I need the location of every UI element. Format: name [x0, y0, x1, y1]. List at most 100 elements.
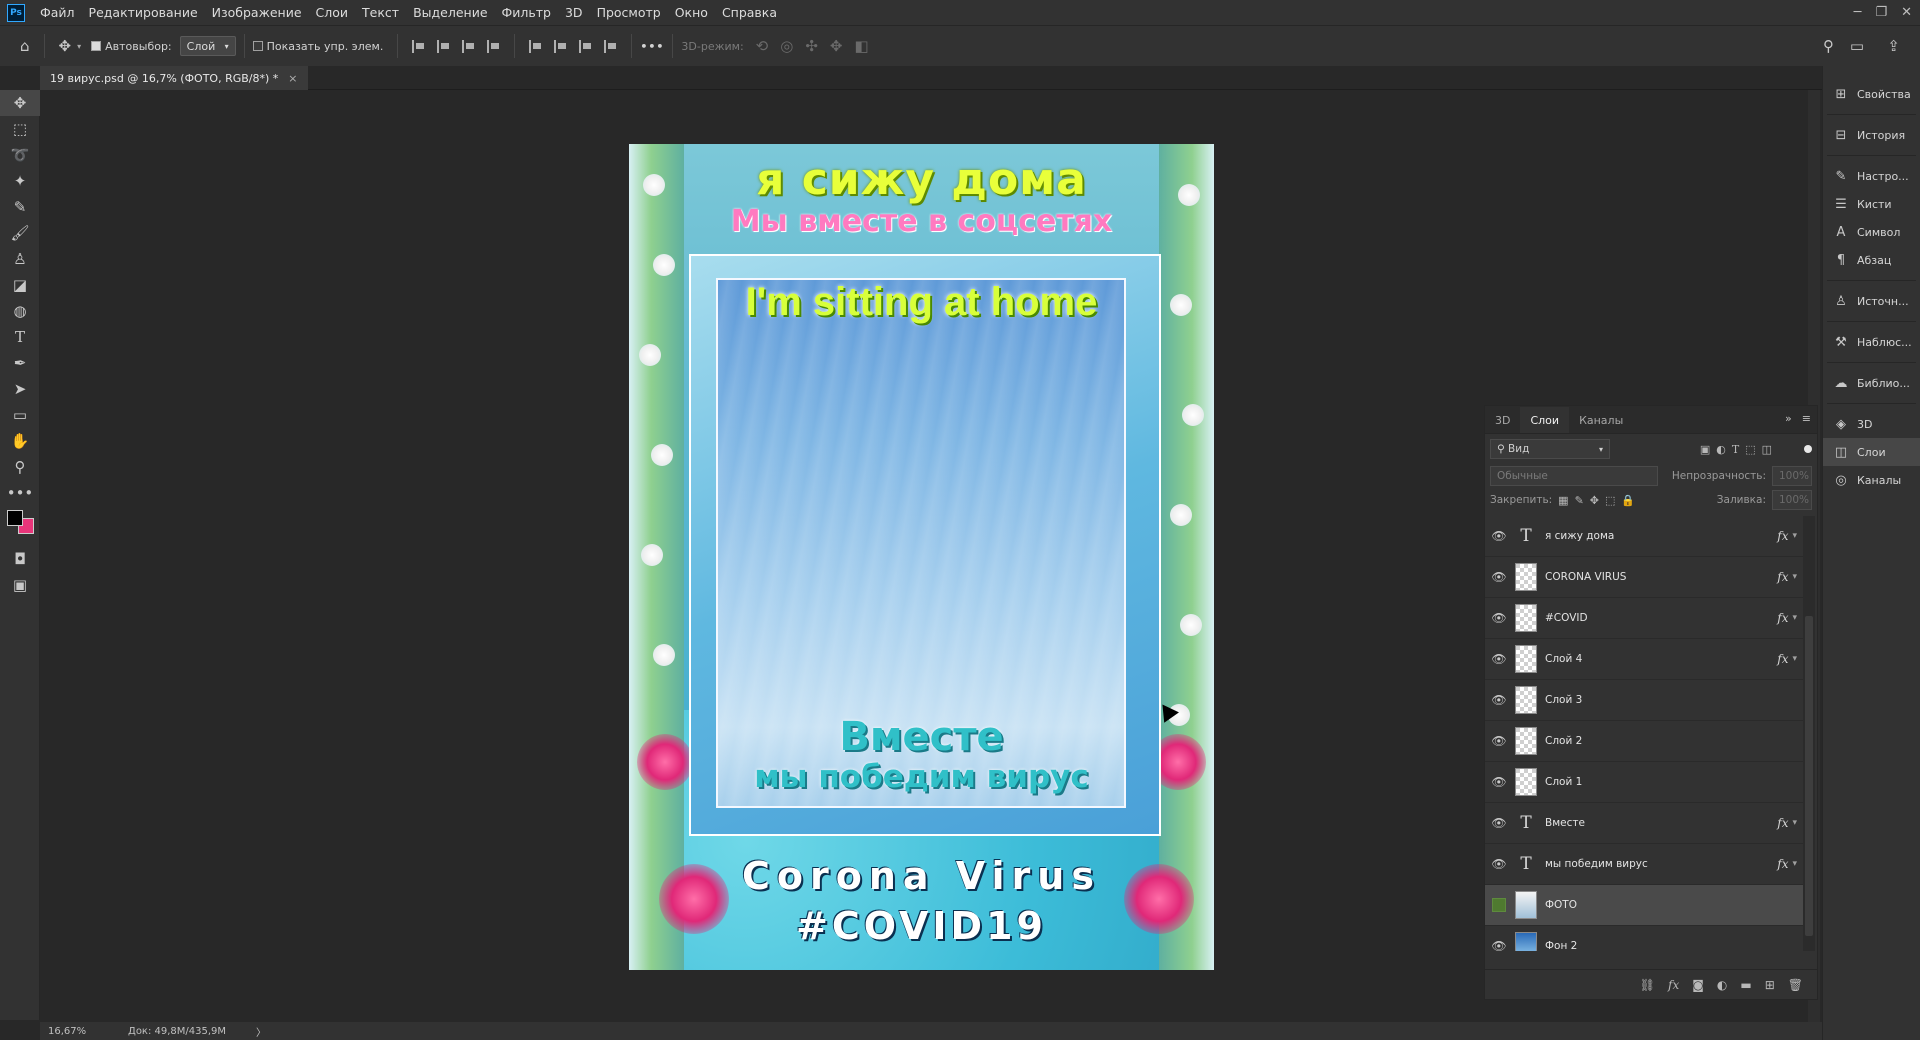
- dock-properties[interactable]: ⊞ Свойства: [1823, 80, 1920, 108]
- layer-row[interactable]: 👁 CORONA VIRUS fx ▾: [1485, 557, 1803, 598]
- lock-transparency-icon[interactable]: ▦: [1558, 494, 1568, 507]
- document-canvas[interactable]: я сижу дома Мы вместе в соцсетях I'm sit…: [629, 144, 1214, 970]
- close-icon[interactable]: ✕: [1901, 5, 1912, 20]
- add-style-icon[interactable]: fx: [1668, 978, 1679, 992]
- layer-effects-icon[interactable]: fx: [1777, 529, 1788, 543]
- chevron-down-icon[interactable]: ▾: [1792, 654, 1797, 664]
- paint-bucket-icon[interactable]: ◍: [0, 298, 40, 324]
- dock-channels[interactable]: ◎ Каналы: [1823, 466, 1920, 494]
- chevron-down-icon[interactable]: ▾: [77, 42, 81, 51]
- filter-type-icon[interactable]: T: [1732, 443, 1739, 456]
- show-transform-checkbox[interactable]: [252, 41, 263, 51]
- filter-pixel-icon[interactable]: ▣: [1700, 443, 1710, 456]
- foreground-color-swatch[interactable]: [7, 510, 23, 526]
- autoselect-checkbox[interactable]: [91, 41, 102, 51]
- layer-row[interactable]: 👁 Фон 2: [1485, 926, 1803, 951]
- blend-mode-dropdown[interactable]: Обычные: [1490, 466, 1658, 486]
- more-tools-icon[interactable]: •••: [0, 480, 40, 506]
- layer-effects-icon[interactable]: fx: [1777, 611, 1788, 625]
- fill-input[interactable]: 100%: [1772, 490, 1812, 510]
- layer-row[interactable]: 👁 Слой 1: [1485, 762, 1803, 803]
- eye-icon[interactable]: 👁: [1485, 529, 1513, 543]
- chevron-down-icon[interactable]: ▾: [1792, 531, 1797, 541]
- distribute-v-icon[interactable]: [604, 39, 617, 53]
- dock-actions[interactable]: ⚒ Наблюс...: [1823, 328, 1920, 356]
- delete-layer-icon[interactable]: 🗑: [1788, 978, 1803, 992]
- rectangle-tool-icon[interactable]: ▭: [0, 402, 40, 428]
- menu-item[interactable]: Справка: [715, 0, 784, 25]
- path-select-icon[interactable]: ➤: [0, 376, 40, 402]
- menu-item[interactable]: Слои: [309, 0, 356, 25]
- menu-item[interactable]: Файл: [33, 0, 82, 25]
- more-options-icon[interactable]: •••: [640, 40, 664, 53]
- minimize-icon[interactable]: ─: [1854, 5, 1862, 20]
- layer-effects-icon[interactable]: fx: [1777, 570, 1788, 584]
- eye-icon[interactable]: 👁: [1485, 816, 1513, 830]
- dock-layers[interactable]: ◫ Слои: [1823, 438, 1920, 466]
- marquee-tool-icon[interactable]: ⬚: [0, 116, 40, 142]
- scrollbar-thumb[interactable]: [1805, 616, 1813, 936]
- share-icon[interactable]: ⇪: [1887, 37, 1900, 55]
- visibility-toggle[interactable]: [1492, 898, 1506, 912]
- filter-smart-icon[interactable]: ◫: [1762, 443, 1772, 456]
- link-layers-icon[interactable]: ⛓: [1640, 978, 1655, 992]
- new-layer-icon[interactable]: ⊞: [1765, 978, 1775, 992]
- layer-list-scrollbar[interactable]: [1803, 516, 1815, 951]
- layer-filter-dropdown[interactable]: ⚲ Вид ▾: [1490, 439, 1610, 459]
- home-icon[interactable]: ⌂: [20, 37, 30, 55]
- distribute-icon[interactable]: [487, 39, 500, 53]
- eyedropper-icon[interactable]: ✎: [0, 194, 40, 220]
- lock-position-icon[interactable]: ✥: [1590, 494, 1599, 507]
- menu-item[interactable]: Фильтр: [495, 0, 558, 25]
- menu-item[interactable]: Окно: [668, 0, 715, 25]
- dock-brush-settings[interactable]: ✎ Настро...: [1823, 162, 1920, 190]
- lock-artboard-icon[interactable]: ⬚: [1605, 494, 1615, 507]
- stamp-tool-icon[interactable]: ♙: [0, 246, 40, 272]
- screen-mode-icon[interactable]: ▣: [0, 572, 40, 598]
- layer-row[interactable]: 👁 Tмы победим вирус fx ▾: [1485, 844, 1803, 885]
- layer-effects-icon[interactable]: fx: [1777, 857, 1788, 871]
- align-right-icon[interactable]: [462, 39, 475, 53]
- opacity-input[interactable]: 100%: [1772, 466, 1812, 486]
- adjustment-layer-icon[interactable]: ◐: [1717, 978, 1727, 992]
- filter-adjustment-icon[interactable]: ◐: [1716, 443, 1726, 456]
- lock-pixels-icon[interactable]: ✎: [1575, 494, 1584, 507]
- align-center-h-icon[interactable]: [437, 39, 450, 53]
- dock-clone-source[interactable]: ♙ Источн...: [1823, 287, 1920, 315]
- menu-item[interactable]: 3D: [558, 0, 590, 25]
- chevron-down-icon[interactable]: ▾: [1792, 818, 1797, 828]
- layer-row[interactable]: 👁 #COVID fx ▾: [1485, 598, 1803, 639]
- dock-character[interactable]: A Символ: [1823, 218, 1920, 246]
- dock-brushes[interactable]: ☰ Кисти: [1823, 190, 1920, 218]
- tab-channels[interactable]: Каналы: [1569, 407, 1633, 433]
- magic-wand-icon[interactable]: ✦: [0, 168, 40, 194]
- layer-row[interactable]: 👁 Слой 3: [1485, 680, 1803, 721]
- layer-row[interactable]: 👁 T Вместе fx ▾: [1485, 803, 1803, 844]
- align-left-icon[interactable]: [412, 39, 425, 53]
- align-top-icon[interactable]: [529, 39, 542, 53]
- document-tab[interactable]: 19 вирус.psd @ 16,7% (ФОТО, RGB/8*) * ×: [40, 66, 308, 90]
- layer-row[interactable]: ФОТО: [1485, 885, 1803, 926]
- lock-all-icon[interactable]: 🔒: [1621, 494, 1635, 507]
- menu-item[interactable]: Просмотр: [590, 0, 668, 25]
- menu-item[interactable]: Редактирование: [82, 0, 205, 25]
- move-tool-icon[interactable]: ✥: [0, 90, 40, 116]
- layer-effects-icon[interactable]: fx: [1777, 652, 1788, 666]
- autoselect-dropdown[interactable]: Слой ▾: [179, 36, 236, 56]
- status-menu-arrow[interactable]: 〉: [256, 1024, 266, 1039]
- lasso-tool-icon[interactable]: ➰: [0, 142, 40, 168]
- hand-tool-icon[interactable]: ✋: [0, 428, 40, 454]
- menu-item[interactable]: Изображение: [205, 0, 309, 25]
- eye-icon[interactable]: 👁: [1485, 775, 1513, 789]
- pen-tool-icon[interactable]: ✒: [0, 350, 40, 376]
- filter-shape-icon[interactable]: ⬚: [1745, 443, 1755, 456]
- dock-libraries[interactable]: ☁ Библио...: [1823, 369, 1920, 397]
- layer-effects-icon[interactable]: fx: [1777, 816, 1788, 830]
- new-group-icon[interactable]: ▬: [1740, 978, 1751, 992]
- eye-icon[interactable]: 👁: [1485, 734, 1513, 748]
- eye-icon[interactable]: 👁: [1485, 570, 1513, 584]
- close-icon[interactable]: ×: [288, 72, 297, 85]
- layer-row[interactable]: 👁 Tя сижу дома fx ▾: [1485, 516, 1803, 557]
- chevron-down-icon[interactable]: ▾: [1792, 572, 1797, 582]
- filter-toggle-icon[interactable]: [1804, 445, 1812, 453]
